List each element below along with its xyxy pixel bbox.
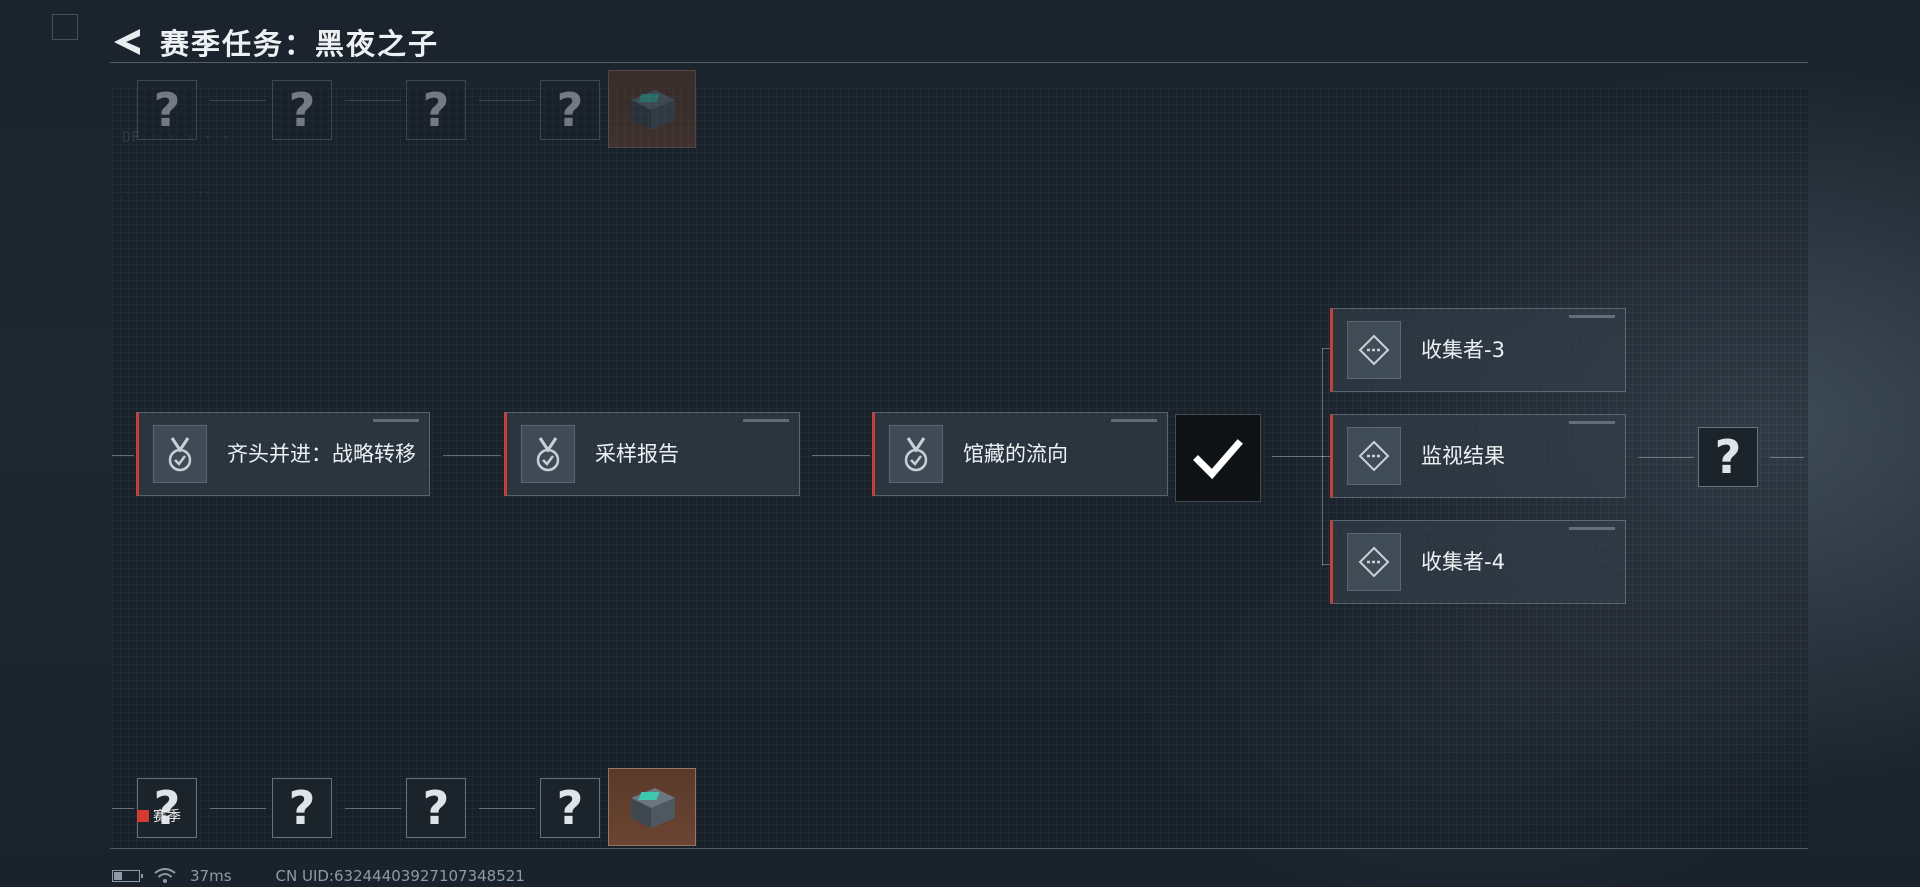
quest-label: 齐头并进：战略转移 — [227, 442, 416, 466]
season-dot-icon — [137, 810, 149, 822]
connector — [1322, 456, 1330, 457]
connector — [210, 100, 266, 101]
connector — [479, 100, 535, 101]
medal-check-icon — [168, 437, 192, 472]
connector — [1272, 456, 1324, 457]
connector — [479, 808, 535, 809]
completed-marker[interactable] — [1175, 414, 1261, 502]
checkmark-icon — [1193, 439, 1243, 480]
quest-icon-box — [521, 425, 575, 483]
quest-label: 监视结果 — [1421, 444, 1505, 468]
quest-icon-box — [889, 425, 943, 483]
back-arrow-icon — [114, 29, 140, 55]
supply-crate-icon — [631, 90, 675, 130]
season-tag-label: 赛季 — [153, 809, 181, 825]
quest-icon-box — [153, 425, 207, 483]
medal-check-icon — [536, 437, 560, 472]
quest-card[interactable]: 馆藏的流向 — [872, 412, 1168, 496]
locked-next-node[interactable]: ? — [1698, 427, 1758, 487]
branch-quest-card[interactable]: 收集者-3 — [1330, 308, 1626, 392]
connector — [1322, 348, 1330, 349]
connector — [112, 808, 134, 809]
locked-node[interactable]: ? — [137, 80, 197, 140]
quest-icon-box — [1347, 321, 1401, 379]
quest-card[interactable]: 齐头并进：战略转移 — [136, 412, 430, 496]
header-divider — [110, 62, 1808, 63]
connector — [112, 455, 134, 456]
season-tag: 赛季 — [137, 806, 181, 826]
connector — [210, 808, 266, 809]
locked-node[interactable]: ? — [406, 778, 466, 838]
branch-quest-card[interactable]: 监视结果 — [1330, 414, 1626, 498]
connector — [812, 455, 870, 456]
footer-divider — [110, 848, 1808, 849]
diamond-target-icon — [1358, 440, 1390, 472]
quest-label: 收集者-3 — [1421, 338, 1505, 362]
locked-node[interactable]: ? — [540, 80, 600, 140]
connector — [345, 100, 401, 101]
corner-marker — [52, 14, 78, 40]
back-button[interactable] — [110, 25, 144, 59]
quest-icon-box — [1347, 427, 1401, 485]
ping-text: 37ms — [190, 867, 232, 885]
quest-icon-box — [1347, 533, 1401, 591]
connector — [443, 455, 501, 456]
battery-icon — [112, 870, 143, 882]
connector — [1770, 457, 1804, 458]
locked-node[interactable]: ? — [406, 80, 466, 140]
quest-label: 馆藏的流向 — [963, 442, 1068, 466]
reward-box[interactable] — [608, 70, 696, 148]
quest-label: 收集者-4 — [1421, 550, 1505, 574]
connector — [1638, 457, 1694, 458]
status-bar: 37ms CN UID:632444039271073485​21 — [112, 866, 525, 886]
quest-label: 采样报告 — [595, 442, 679, 466]
uid-text: CN UID:632444039271073485​21 — [275, 867, 525, 885]
diamond-target-icon — [1358, 334, 1390, 366]
bg-decor-text: · ··· ··· ··· — [124, 186, 211, 199]
wifi-icon — [154, 868, 176, 883]
locked-node[interactable]: ? — [272, 80, 332, 140]
locked-node[interactable]: ? — [272, 778, 332, 838]
page-title: 赛季任务：黑夜之子 — [160, 27, 440, 61]
connector — [345, 808, 401, 809]
branch-connector — [1322, 348, 1323, 566]
locked-node[interactable]: ? — [540, 778, 600, 838]
supply-crate-icon — [631, 788, 675, 828]
branch-quest-card[interactable]: 收集者-4 — [1330, 520, 1626, 604]
reward-box[interactable] — [608, 768, 696, 846]
connector — [1322, 564, 1330, 565]
medal-check-icon — [904, 437, 928, 472]
quest-card[interactable]: 采样报告 — [504, 412, 800, 496]
page-header: 赛季任务：黑夜之子 — [110, 20, 439, 64]
diamond-target-icon — [1358, 546, 1390, 578]
